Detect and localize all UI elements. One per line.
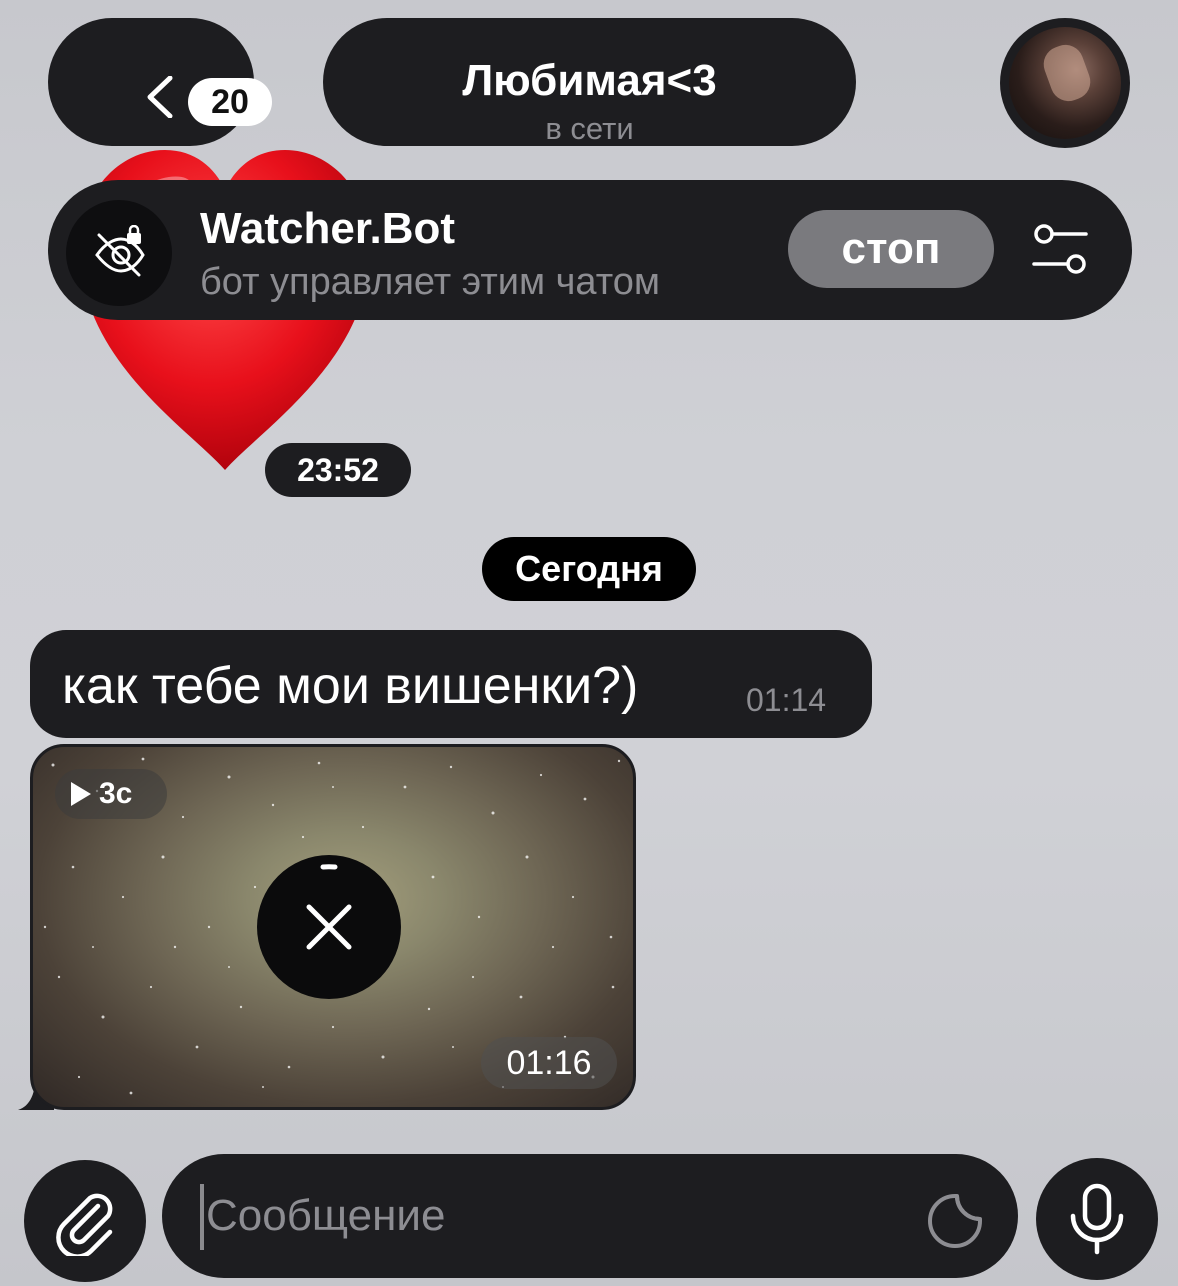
bot-name: Watcher.Bot <box>200 204 456 253</box>
voice-message-button[interactable] <box>1036 1158 1158 1280</box>
microphone-icon <box>1070 1183 1124 1255</box>
close-icon <box>306 864 352 950</box>
play-icon <box>71 782 91 806</box>
date-separator: Сегодня <box>482 537 696 601</box>
video-timestamp: 01:16 <box>481 1037 617 1089</box>
chat-status: в сети <box>545 111 634 146</box>
message-input-placeholder: Сообщение <box>206 1191 446 1240</box>
message-text: как тебе мои вишенки?) <box>62 657 639 715</box>
stop-button[interactable]: стоп <box>788 210 994 288</box>
message-input[interactable]: Сообщение <box>162 1154 1018 1278</box>
settings-sliders-icon[interactable] <box>1030 220 1090 280</box>
message-bubble[interactable]: как тебе мои вишенки?) 01:14 <box>30 630 872 738</box>
bot-subtitle: бот управляет этим чатом <box>200 261 660 303</box>
paperclip-icon <box>56 1193 113 1256</box>
video-message[interactable]: 3с 01:16 <box>30 744 636 1110</box>
attach-button[interactable] <box>24 1160 146 1282</box>
eye-off-lock-icon <box>95 225 145 277</box>
bot-banner[interactable]: Watcher.Bot бот управляет этим чатом сто… <box>48 180 1132 320</box>
chevron-left-icon <box>147 76 173 118</box>
chat-title: Любимая<3 <box>462 56 717 105</box>
cancel-download-button[interactable] <box>257 855 401 999</box>
unread-count-badge: 20 <box>188 78 272 126</box>
sticker-timestamp: 23:52 <box>265 443 411 497</box>
video-duration-chip: 3с <box>55 769 167 819</box>
chat-header-title[interactable]: Любимая<3 в сети <box>323 18 856 146</box>
bot-icon <box>66 200 172 306</box>
back-button[interactable]: 20 <box>48 18 272 146</box>
text-caret <box>200 1184 204 1250</box>
sticker-icon[interactable] <box>926 1192 984 1250</box>
video-duration: 3с <box>99 777 133 810</box>
avatar-image <box>1009 27 1121 139</box>
avatar[interactable] <box>1000 18 1130 148</box>
message-time: 01:14 <box>746 682 827 718</box>
